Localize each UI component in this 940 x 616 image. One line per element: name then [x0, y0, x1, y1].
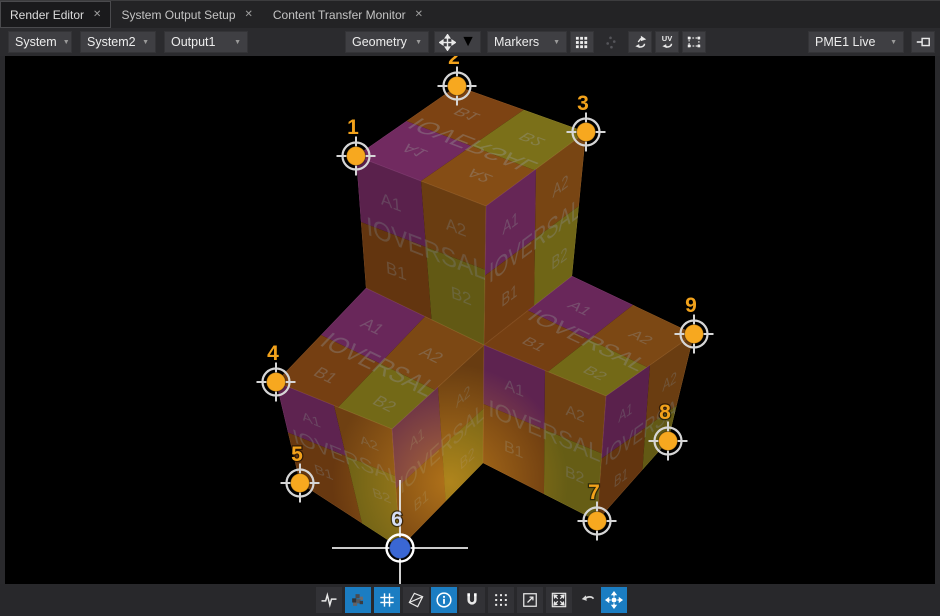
chevron-down-icon: ▼ — [547, 39, 560, 46]
marker-label-7: 7 — [588, 481, 600, 504]
chevron-down-icon: ▼ — [409, 39, 422, 46]
pixel-grid-icon — [491, 590, 511, 610]
grid-toggle-button[interactable] — [570, 31, 594, 53]
chevron-down-icon: ▼ — [884, 39, 897, 46]
points-dim-icon — [603, 35, 618, 50]
marker-label-9: 9 — [685, 294, 697, 317]
close-icon[interactable]: ✕ — [245, 9, 253, 20]
tab-content-transfer-monitor[interactable]: Content Transfer Monitor ✕ — [263, 1, 433, 28]
pin-panel-button[interactable] — [911, 31, 935, 53]
shaded-view-icon — [348, 590, 368, 610]
tab-label: Render Editor — [10, 8, 84, 22]
chevron-down-icon: ▼ — [228, 39, 241, 46]
tab-render-editor[interactable]: Render Editor ✕ — [0, 1, 111, 28]
main-toolbar: System▼ System2▼ Output1▼ Geometry▼ ▼ Ma… — [0, 28, 940, 56]
expand-button[interactable] — [546, 587, 572, 613]
region-select-button[interactable] — [682, 31, 706, 53]
scale-region-button[interactable] — [517, 587, 543, 613]
close-icon[interactable]: ✕ — [93, 9, 101, 20]
grid-toggle-icon — [575, 35, 590, 50]
region-select-icon — [686, 34, 702, 50]
axis-transform-icon — [632, 34, 648, 50]
tab-bar: Render Editor✕System Output Setup✕Conten… — [0, 0, 940, 28]
system2-dropdown[interactable]: System2▼ — [80, 31, 156, 53]
render-editor-window: Render Editor✕System Output Setup✕Conten… — [0, 0, 940, 616]
move-gizmo-icon — [604, 590, 624, 610]
close-icon[interactable]: ✕ — [415, 9, 423, 20]
shaded-view-button[interactable] — [345, 587, 371, 613]
expand-icon — [549, 590, 569, 610]
chevron-down-icon: ▼ — [460, 33, 476, 51]
uv-mode-icon: UV — [659, 34, 675, 50]
wireframe-button[interactable] — [403, 587, 429, 613]
svg-text:UV: UV — [662, 34, 672, 43]
magnet-button[interactable] — [459, 587, 485, 613]
magnet-icon — [462, 590, 482, 610]
undo-button[interactable] — [575, 587, 601, 613]
move-tool-button[interactable]: ▼ — [434, 31, 481, 53]
uv-mode-button[interactable]: UV — [655, 31, 679, 53]
live-system-dropdown[interactable]: PME1 Live▼ — [808, 31, 904, 53]
marker-label-1: 1 — [347, 116, 359, 139]
markers-dropdown[interactable]: Markers▼ — [487, 31, 567, 53]
tab-label: Content Transfer Monitor — [273, 8, 406, 22]
scale-region-icon — [520, 590, 540, 610]
move-tool-icon — [439, 34, 456, 51]
system-dropdown[interactable]: System▼ — [8, 31, 72, 53]
grid-snap-button[interactable] — [374, 587, 400, 613]
marker-label-4: 4 — [267, 342, 279, 365]
axis-transform-button[interactable] — [628, 31, 652, 53]
signal-button[interactable] — [316, 587, 342, 613]
tab-system-output-setup[interactable]: System Output Setup ✕ — [111, 1, 262, 28]
wireframe-icon — [406, 590, 426, 610]
output-dropdown[interactable]: Output1▼ — [164, 31, 248, 53]
marker-label-5: 5 — [291, 443, 303, 466]
chevron-down-icon: ▼ — [136, 39, 149, 46]
signal-icon — [319, 590, 339, 610]
move-gizmo-button[interactable] — [601, 587, 627, 613]
pixel-grid-button[interactable] — [488, 587, 514, 613]
viewport-toolbar — [0, 584, 940, 616]
marker-label-2: 2 — [448, 56, 460, 69]
render-viewport[interactable]: A1A2B1B2IOVERSALA1A2B1B2IOVERSALA1A2B1B2… — [5, 56, 935, 584]
undo-icon — [578, 590, 598, 610]
marker-label-3: 3 — [577, 92, 589, 115]
info-icon — [434, 590, 454, 610]
points-dim-button — [599, 31, 621, 53]
viewport-scene: A1A2B1B2IOVERSALA1A2B1B2IOVERSALA1A2B1B2… — [5, 56, 935, 584]
info-button[interactable] — [431, 587, 457, 613]
marker-label-8: 8 — [659, 401, 671, 424]
marker-label-6: 6 — [391, 508, 403, 531]
geometry-dropdown[interactable]: Geometry▼ — [345, 31, 429, 53]
pin-panel-icon — [915, 34, 931, 50]
grid-snap-icon — [377, 590, 397, 610]
chevron-down-icon: ▼ — [57, 39, 70, 46]
tab-label: System Output Setup — [121, 8, 235, 22]
